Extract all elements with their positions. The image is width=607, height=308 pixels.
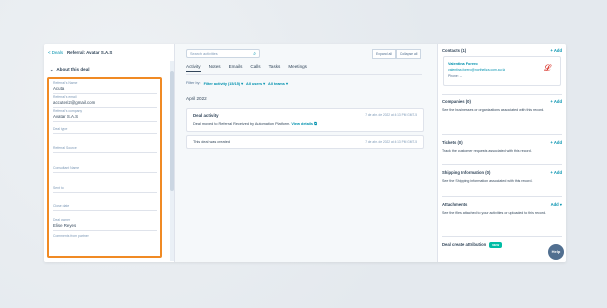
about-section-toggle[interactable]: ⌄ About this deal	[50, 67, 90, 72]
activity-card-deal-created[interactable]: This deal was created 7 de abr. de 2022 …	[186, 135, 424, 149]
field-value[interactable]: Elise Reyes	[53, 223, 157, 228]
tab-notes[interactable]: Notes	[209, 64, 221, 72]
collapse-all-button[interactable]: Collapse all	[395, 49, 422, 59]
breadcrumb: < Deals Referral: Avatar S.A.S	[48, 50, 112, 55]
companies-section: Companies (0) + Add See the businesses o…	[442, 99, 562, 113]
field-deal-owner[interactable]: Deal owner Elise Reyes	[53, 218, 157, 231]
activity-panel: Search activities ⌕ Expand all Collapse …	[182, 44, 430, 262]
add-company-button[interactable]: + Add	[550, 99, 562, 104]
field-label: Deal owner	[53, 218, 71, 222]
tab-emails[interactable]: Emails	[229, 64, 243, 72]
view-details-link[interactable]: View details ⧉	[291, 122, 316, 126]
attachments-toggle[interactable]: Attachments	[442, 202, 467, 207]
activity-tabs: Activity Notes Emails Calls Tasks Meetin…	[186, 64, 307, 72]
field-label: Referral's Name	[53, 81, 78, 85]
tickets-description: Track the customer requests associated w…	[442, 149, 532, 153]
month-heading: April 2022	[186, 96, 207, 101]
new-badge: NEW	[489, 242, 503, 248]
attribution-section: Deal create attribution NEW	[442, 236, 562, 248]
activity-title: Deal activity	[193, 113, 219, 118]
back-to-deals-link[interactable]: < Deals	[48, 50, 63, 55]
contact-phone: Phone: --	[448, 74, 462, 78]
companies-description: See the businesses or organizations asso…	[442, 108, 545, 112]
field-label: Consultant Name	[53, 166, 80, 170]
field-value[interactable]: Acuta	[53, 86, 157, 91]
field-deal-type[interactable]: Deal type	[53, 127, 157, 134]
contacts-divider	[442, 94, 562, 95]
chevron-down-icon: ⌄	[50, 67, 54, 72]
about-heading: About this deal	[56, 67, 90, 72]
adobe-acrobat-icon: 𝓛	[544, 63, 551, 73]
field-referral-name[interactable]: Referral's Name Acuta	[53, 81, 157, 94]
help-button[interactable]: Help	[548, 244, 564, 260]
field-label: Close date	[53, 204, 70, 208]
activity-date: 7 de abr. de 2022 at 4:13 PM GMT-5	[365, 140, 417, 144]
search-activities-input[interactable]: Search activities ⌕	[186, 49, 260, 58]
activity-date: 7 de abr. de 2022 at 4:13 PM GMT-5	[365, 113, 417, 117]
expand-all-button[interactable]: Expand all	[372, 49, 396, 59]
tickets-section: Tickets (0) + Add Track the customer req…	[442, 134, 562, 154]
deal-title: Referral: Avatar S.A.S	[67, 50, 113, 55]
field-close-date[interactable]: Close date	[53, 204, 157, 211]
activity-body: Deal moved to Referral Received by Autom…	[193, 122, 317, 126]
field-value[interactable]: Avatar S.A.S	[53, 114, 157, 119]
shipping-description: See the Shipping information associated …	[442, 179, 533, 183]
field-label: Referral's email	[53, 95, 77, 99]
left-scrollbar[interactable]	[170, 61, 174, 261]
add-contact-button[interactable]: + Add	[550, 48, 562, 53]
field-value[interactable]: accuteri2@gmail.com	[53, 100, 157, 105]
attribution-toggle[interactable]: Deal create attribution	[442, 242, 486, 248]
tickets-toggle[interactable]: Tickets (0)	[442, 140, 463, 145]
field-label: Referral's company	[53, 109, 83, 113]
field-referral-company[interactable]: Referral's company Avatar S.A.S	[53, 109, 157, 122]
companies-toggle[interactable]: Companies (0)	[442, 99, 471, 104]
shipping-section: Shipping Information (0) + Add See the S…	[442, 164, 562, 184]
field-sent-to[interactable]: Sent to	[53, 186, 157, 193]
contact-name-link[interactable]: Valentina Forero	[448, 62, 478, 66]
field-consultant-name[interactable]: Consultant Name	[53, 166, 157, 173]
right-sidebar: Contacts (1) + Add Valentina Forero vale…	[437, 44, 566, 262]
field-referral-source[interactable]: Referral Source	[53, 146, 157, 153]
tab-meetings[interactable]: Meetings	[288, 64, 307, 72]
add-shipping-button[interactable]: + Add	[550, 170, 562, 175]
contact-card[interactable]: Valentina Forero valentina.forero@northe…	[443, 56, 561, 86]
tab-calls[interactable]: Calls	[250, 64, 260, 72]
filter-bar: Filter by: Filter activity (15/15) ▾ All…	[186, 81, 288, 86]
add-ticket-button[interactable]: + Add	[550, 140, 562, 145]
search-icon[interactable]: ⌕	[253, 51, 256, 57]
contacts-toggle[interactable]: Contacts (1)	[442, 48, 466, 53]
filter-prefix: Filter by:	[186, 81, 201, 85]
expand-collapse-group: Expand all Collapse all	[372, 49, 422, 59]
field-label: Comments from partner	[53, 234, 89, 238]
add-attachment-dropdown[interactable]: Add ▾	[551, 202, 562, 207]
search-placeholder: Search activities	[190, 51, 218, 56]
contacts-section: Contacts (1) + Add	[442, 48, 562, 53]
field-referral-email[interactable]: Referral's email accuteri2@gmail.com	[53, 95, 157, 108]
deal-record-window: < Deals Referral: Avatar S.A.S ⌄ About t…	[44, 44, 566, 262]
attachments-section: Attachments Add ▾ See the files attached…	[442, 196, 562, 216]
filter-activity-dropdown[interactable]: Filter activity (15/15) ▾	[204, 81, 243, 86]
filter-teams-dropdown[interactable]: All teams ▾	[268, 81, 288, 86]
activity-body: This deal was created	[193, 140, 230, 144]
left-sidebar: < Deals Referral: Avatar S.A.S ⌄ About t…	[44, 44, 175, 262]
filter-users-dropdown[interactable]: All users ▾	[246, 81, 265, 86]
field-label: Referral Source	[53, 146, 77, 150]
tab-tasks[interactable]: Tasks	[269, 64, 281, 72]
attachments-description: See the files attached to your activitie…	[442, 211, 547, 215]
tab-activity[interactable]: Activity	[186, 64, 201, 72]
shipping-toggle[interactable]: Shipping Information (0)	[442, 170, 490, 175]
field-label: Deal type	[53, 127, 68, 131]
field-comments-from-partner[interactable]: Comments from partner	[53, 234, 89, 239]
field-label: Sent to	[53, 186, 64, 190]
tab-divider	[186, 74, 422, 75]
scrollbar-thumb[interactable]	[170, 71, 174, 191]
contact-email-link[interactable]: valentina.forero@northeliza.com.au ⧉	[448, 68, 505, 72]
activity-card-deal-activity[interactable]: Deal activity 7 de abr. de 2022 at 4:13 …	[186, 108, 424, 132]
